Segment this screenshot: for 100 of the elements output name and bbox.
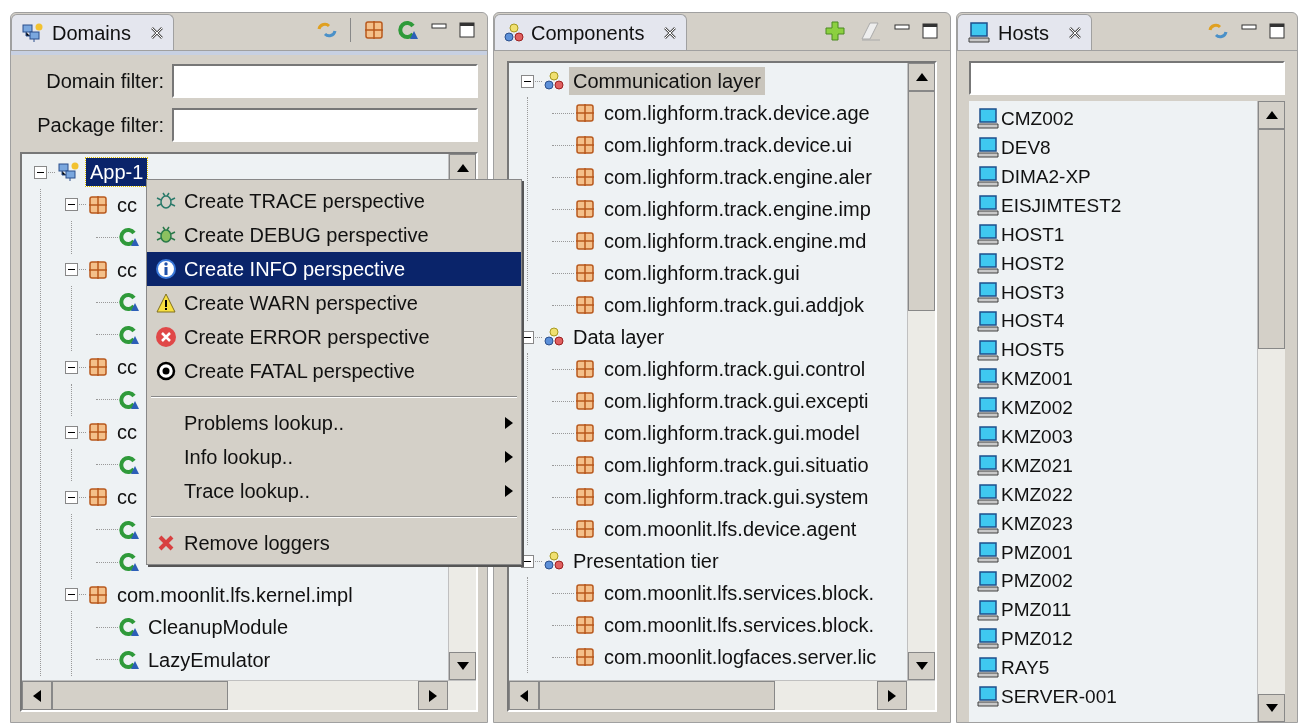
collapse-icon[interactable] [65, 425, 87, 439]
tree-item[interactable]: com.lighform.track.gui [600, 259, 804, 287]
host-item[interactable]: KMZ003 [1001, 423, 1073, 452]
tree-item[interactable]: com.lighform.track.gui.model [600, 419, 864, 447]
tree-item[interactable]: com.lighform.track.engine.aler [600, 163, 876, 191]
host-item[interactable]: PMZ002 [1001, 567, 1073, 596]
scroll-up-icon[interactable] [456, 164, 469, 172]
tree-item[interactable]: Communication layer [569, 67, 765, 95]
menu-item[interactable]: Problems lookup.. [147, 406, 521, 440]
tree-item[interactable]: App-1 [86, 158, 148, 187]
tree-item[interactable]: cc [113, 418, 141, 447]
menu-item[interactable]: Create INFO perspective [147, 252, 521, 286]
menu-item[interactable]: Create WARN perspective [147, 286, 521, 320]
tree-item[interactable]: com.lighform.track.gui.control [600, 355, 870, 383]
tree-item[interactable]: cc [113, 353, 141, 382]
collapse-icon[interactable] [65, 490, 87, 504]
host-item[interactable]: KMZ001 [1001, 365, 1073, 394]
close-icon[interactable] [662, 24, 679, 41]
menu-item[interactable]: Create ERROR perspective [147, 320, 521, 354]
horizontal-scrollbar[interactable] [509, 680, 935, 710]
tree-item[interactable]: com.lighform.track.gui.addjok [600, 291, 869, 319]
host-item[interactable]: HOST5 [1001, 336, 1065, 365]
vertical-scrollbar[interactable] [907, 63, 935, 680]
maximize-icon[interactable] [922, 23, 938, 39]
scroll-down-icon[interactable] [456, 662, 469, 670]
tree-item[interactable]: com.lighform.track.engine.md [600, 227, 871, 255]
host-item[interactable]: PMZ001 [1001, 538, 1073, 568]
collapse-icon[interactable] [65, 360, 87, 374]
host-item[interactable]: HOST4 [1001, 307, 1065, 336]
tree-item[interactable]: com.lighform.track.device.age [600, 99, 874, 127]
host-item[interactable]: DEV8 [1001, 134, 1051, 163]
menu-item[interactable]: Info lookup.. [147, 440, 521, 474]
menu-item[interactable]: Create DEBUG perspective [147, 218, 521, 252]
close-icon[interactable] [1067, 24, 1084, 41]
component-icon [118, 648, 140, 671]
host-item[interactable]: EISJIMTEST2 [1001, 191, 1122, 221]
computer-icon [975, 166, 1001, 189]
host-item[interactable]: HOST2 [1001, 249, 1065, 279]
maximize-icon[interactable] [1269, 23, 1285, 39]
component-icon [118, 226, 140, 249]
menu-item[interactable]: Create FATAL perspective [147, 354, 521, 388]
tree-item[interactable]: com.moonlit.lfs.device.agent [600, 515, 861, 543]
collapse-icon[interactable] [521, 554, 543, 568]
close-icon[interactable] [148, 24, 165, 41]
menu-item[interactable]: Create TRACE perspective [147, 184, 521, 218]
collapse-icon[interactable] [521, 330, 543, 344]
scroll-up-icon[interactable] [1265, 111, 1278, 119]
scroll-down-icon[interactable] [1265, 704, 1278, 712]
host-item[interactable]: HOST1 [1001, 220, 1065, 250]
tree-item[interactable]: com.moonlit.logfaces.server.lic [600, 643, 881, 671]
scroll-up-icon[interactable] [915, 73, 928, 81]
host-item[interactable]: KMZ023 [1001, 509, 1073, 539]
component-icon[interactable] [397, 19, 419, 41]
host-item[interactable]: HOST3 [1001, 278, 1065, 308]
collapse-icon[interactable] [34, 165, 56, 179]
host-item[interactable]: SERVER-001 [1001, 683, 1117, 712]
tree-item[interactable]: cc [113, 190, 141, 219]
host-item[interactable]: KMZ002 [1001, 394, 1073, 423]
scroll-down-icon[interactable] [915, 662, 928, 670]
menu-item[interactable]: Trace lookup.. [147, 474, 521, 508]
view-tab[interactable]: Components [494, 14, 688, 50]
collapse-icon[interactable] [65, 198, 87, 212]
tree-item[interactable]: com.moonlit.lfs.kernel.impl [113, 580, 357, 609]
tree-item[interactable]: Data layer [569, 323, 669, 351]
collapse-icon[interactable] [521, 74, 543, 88]
tree-item[interactable]: com.lighform.track.device.ui [600, 131, 856, 159]
filter-field[interactable] [172, 108, 478, 142]
host-search-field[interactable] [969, 61, 1285, 95]
horizontal-scrollbar[interactable] [22, 680, 476, 710]
tree-item[interactable]: CleanupModule [144, 613, 293, 642]
scroll-right-icon[interactable] [429, 689, 437, 702]
tree-item[interactable]: cc [113, 255, 141, 284]
host-item[interactable]: KMZ022 [1001, 480, 1073, 510]
tree-item[interactable]: com.moonlit.lfs.services.block. [600, 579, 879, 607]
view-tab[interactable]: Hosts [957, 14, 1093, 50]
tree-item[interactable]: com.lighform.track.gui.system [600, 483, 873, 511]
maximize-icon[interactable] [459, 22, 475, 38]
scroll-right-icon[interactable] [888, 689, 896, 702]
tree-item[interactable]: com.moonlit.lfs.services.block. [600, 611, 879, 639]
tree-item[interactable]: cc [113, 483, 141, 512]
filter-field[interactable] [172, 64, 478, 98]
collapse-icon[interactable] [65, 263, 87, 277]
tree-item[interactable]: com.lighform.track.gui.situatio [600, 451, 873, 479]
tree-item[interactable]: Presentation tier [569, 547, 723, 575]
view-tab[interactable]: Domains [11, 14, 174, 50]
host-item[interactable]: KMZ021 [1001, 451, 1073, 481]
scroll-left-icon[interactable] [520, 689, 528, 702]
package-icon[interactable] [363, 19, 385, 41]
host-item[interactable]: CMZ002 [1001, 105, 1074, 134]
tree-item[interactable]: com.lighform.track.gui.excepti [600, 387, 873, 415]
host-item[interactable]: RAY5 [1001, 654, 1050, 683]
menu-item[interactable]: Remove loggers [147, 526, 521, 560]
tree-item[interactable]: LazyEmulator [144, 645, 275, 674]
tree-item[interactable]: com.lighform.track.engine.imp [600, 195, 875, 223]
vertical-scrollbar[interactable] [1257, 101, 1285, 722]
scroll-left-icon[interactable] [33, 689, 41, 702]
host-item[interactable]: DIMA2-XP [1001, 162, 1091, 192]
host-item[interactable]: PMZ012 [1001, 625, 1073, 654]
host-item[interactable]: PMZ011 [1001, 596, 1072, 625]
collapse-icon[interactable] [65, 588, 87, 602]
